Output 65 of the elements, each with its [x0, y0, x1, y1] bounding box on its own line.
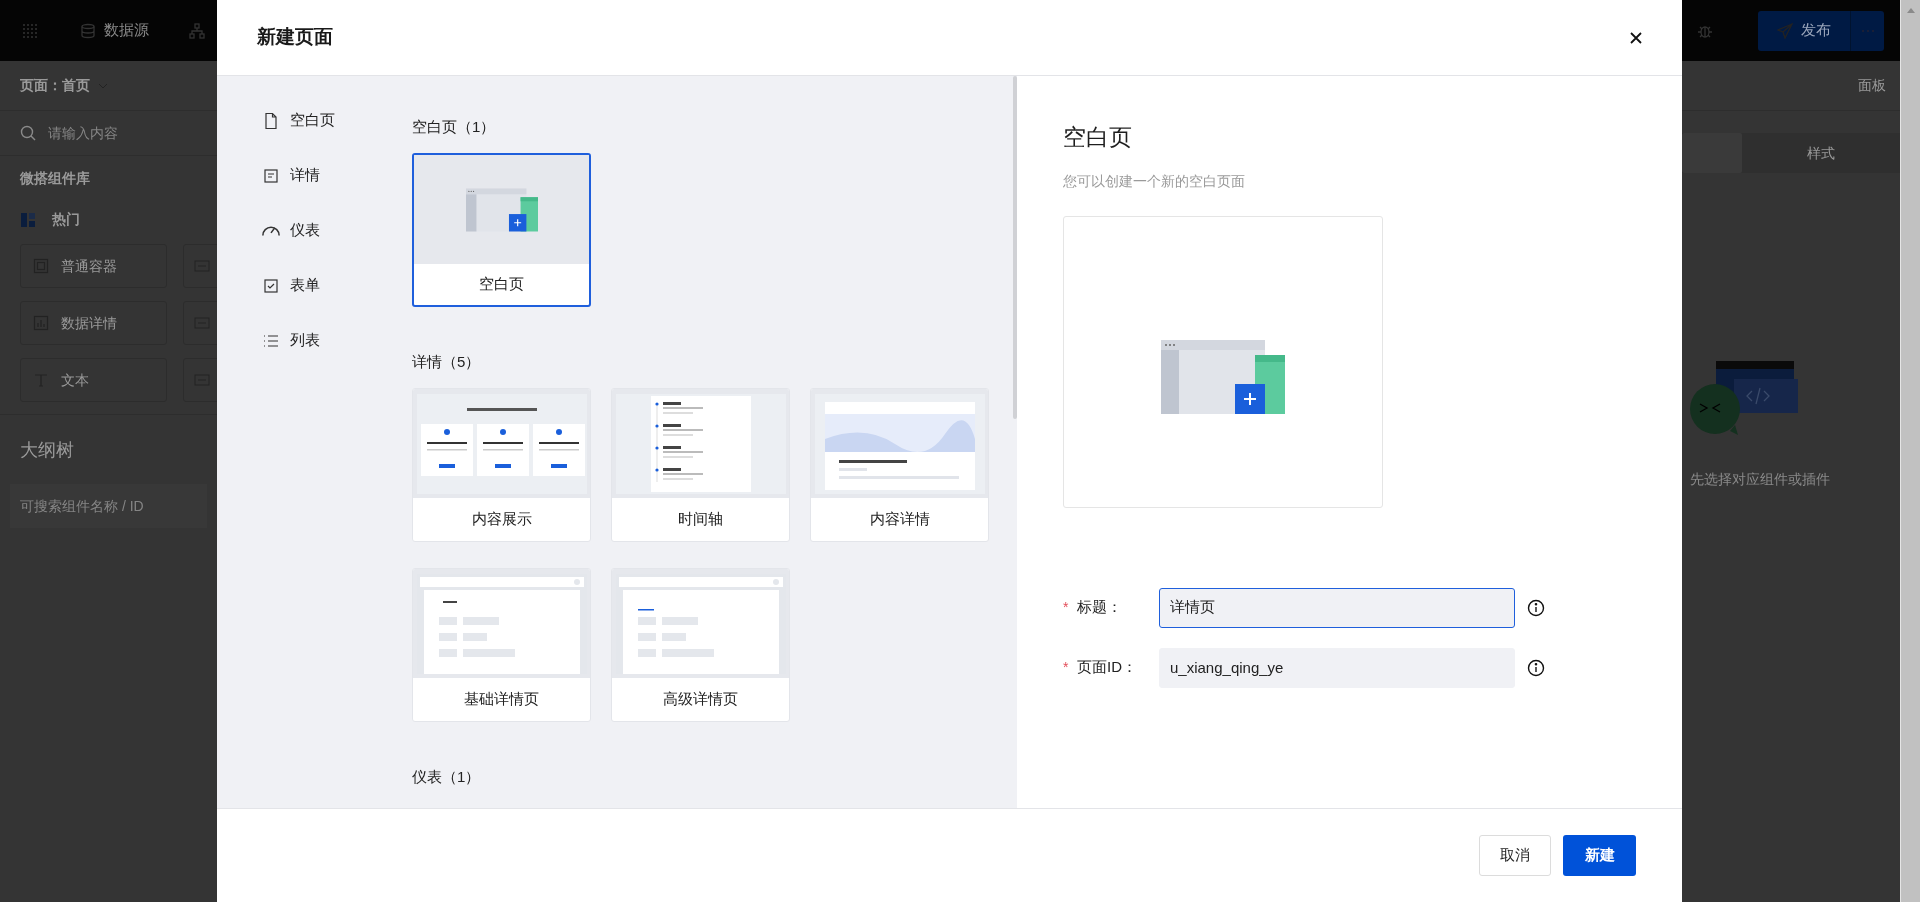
text-input[interactable]: u_xiang_qing_ye — [1159, 647, 1515, 688]
component-label: 数据详情 — [61, 313, 117, 333]
preview-description: 您可以创建一个新的空白页面 — [1063, 171, 1246, 191]
info-icon[interactable] — [1527, 598, 1545, 617]
component-label: 普通容器 — [61, 256, 117, 276]
category-nav-item[interactable]: 表单 — [262, 275, 412, 296]
publish-button[interactable]: 发布 — [1758, 10, 1850, 51]
template-label: 基础详情页 — [464, 689, 539, 710]
template-card[interactable]: 基础详情页 — [412, 568, 591, 722]
apps-grid-icon[interactable] — [22, 22, 38, 39]
component-label: 文本 — [61, 370, 89, 390]
outline-search-field[interactable]: 可搜索组件名称 / ID — [10, 484, 207, 528]
close-icon[interactable] — [1630, 31, 1642, 44]
more-button[interactable] — [1850, 10, 1884, 51]
preview-title: 空白页 — [1063, 123, 1133, 152]
outline-title: 大纲树 — [20, 440, 74, 460]
checkbox-icon — [262, 276, 280, 295]
template-label: 时间轴 — [678, 509, 723, 530]
category-nav-item[interactable]: 列表 — [262, 330, 412, 351]
section-heading: 详情（5） — [412, 352, 482, 372]
component-card[interactable]: 普通容器 — [20, 244, 167, 288]
required-mark: * — [1063, 658, 1070, 677]
search-icon — [20, 125, 36, 141]
cancel-button[interactable]: 取消 — [1479, 835, 1551, 876]
send-icon — [1777, 22, 1793, 39]
list-scrollbar[interactable] — [1013, 76, 1017, 419]
template-label: 空白页 — [479, 274, 524, 295]
template-card[interactable]: 时间轴 — [611, 388, 790, 542]
section-heading: 仪表（1） — [412, 767, 482, 787]
more-icon — [1860, 28, 1875, 33]
template-label: 内容展示 — [471, 509, 532, 530]
file-icon — [262, 111, 280, 130]
hierarchy-icon[interactable] — [189, 22, 205, 39]
database-icon — [80, 22, 96, 39]
category-nav-item[interactable]: 仪表 — [262, 220, 412, 241]
info-icon[interactable] — [1527, 658, 1545, 677]
section-heading: 空白页（1） — [412, 117, 497, 137]
page-selector[interactable]: 页面：首页 — [20, 75, 90, 96]
empty-hint-text: 先选择对应组件或插件 — [1690, 470, 1830, 489]
gauge-icon — [262, 225, 280, 236]
page-scrollbar[interactable] — [1900, 0, 1920, 902]
template-card[interactable]: 空白页 — [412, 153, 591, 307]
component-card[interactable]: 数据详情 — [20, 301, 167, 345]
template-card[interactable]: 高级详情页 — [611, 568, 790, 722]
field-label: 页面ID： — [1077, 657, 1138, 678]
panel-title: 面板 — [1858, 76, 1886, 95]
template-label: 内容详情 — [869, 509, 930, 530]
layout-icon — [20, 211, 36, 228]
category-label: 热门 — [52, 210, 80, 229]
create-button[interactable]: 新建 — [1563, 835, 1636, 876]
component-card[interactable]: 文本 — [20, 358, 167, 402]
template-label: 高级详情页 — [663, 689, 738, 710]
datasource-menu[interactable]: 数据源 — [104, 19, 149, 42]
dialog-title: 新建页面 — [257, 25, 333, 50]
library-title: 微搭组件库 — [19, 169, 91, 188]
document-icon — [262, 166, 280, 185]
scroll-up-icon[interactable] — [1906, 8, 1915, 13]
category-nav-item[interactable]: 空白页 — [262, 110, 412, 131]
text-input[interactable]: 详情页 — [1159, 587, 1515, 628]
category-nav-item[interactable]: 详情 — [262, 165, 412, 186]
required-mark: * — [1063, 598, 1070, 617]
template-card[interactable]: 内容展示 — [412, 388, 591, 542]
field-label: 标题： — [1077, 597, 1123, 618]
template-card[interactable]: 内容详情 — [810, 388, 989, 542]
component-search-field[interactable]: 请输入内容 — [48, 122, 188, 144]
